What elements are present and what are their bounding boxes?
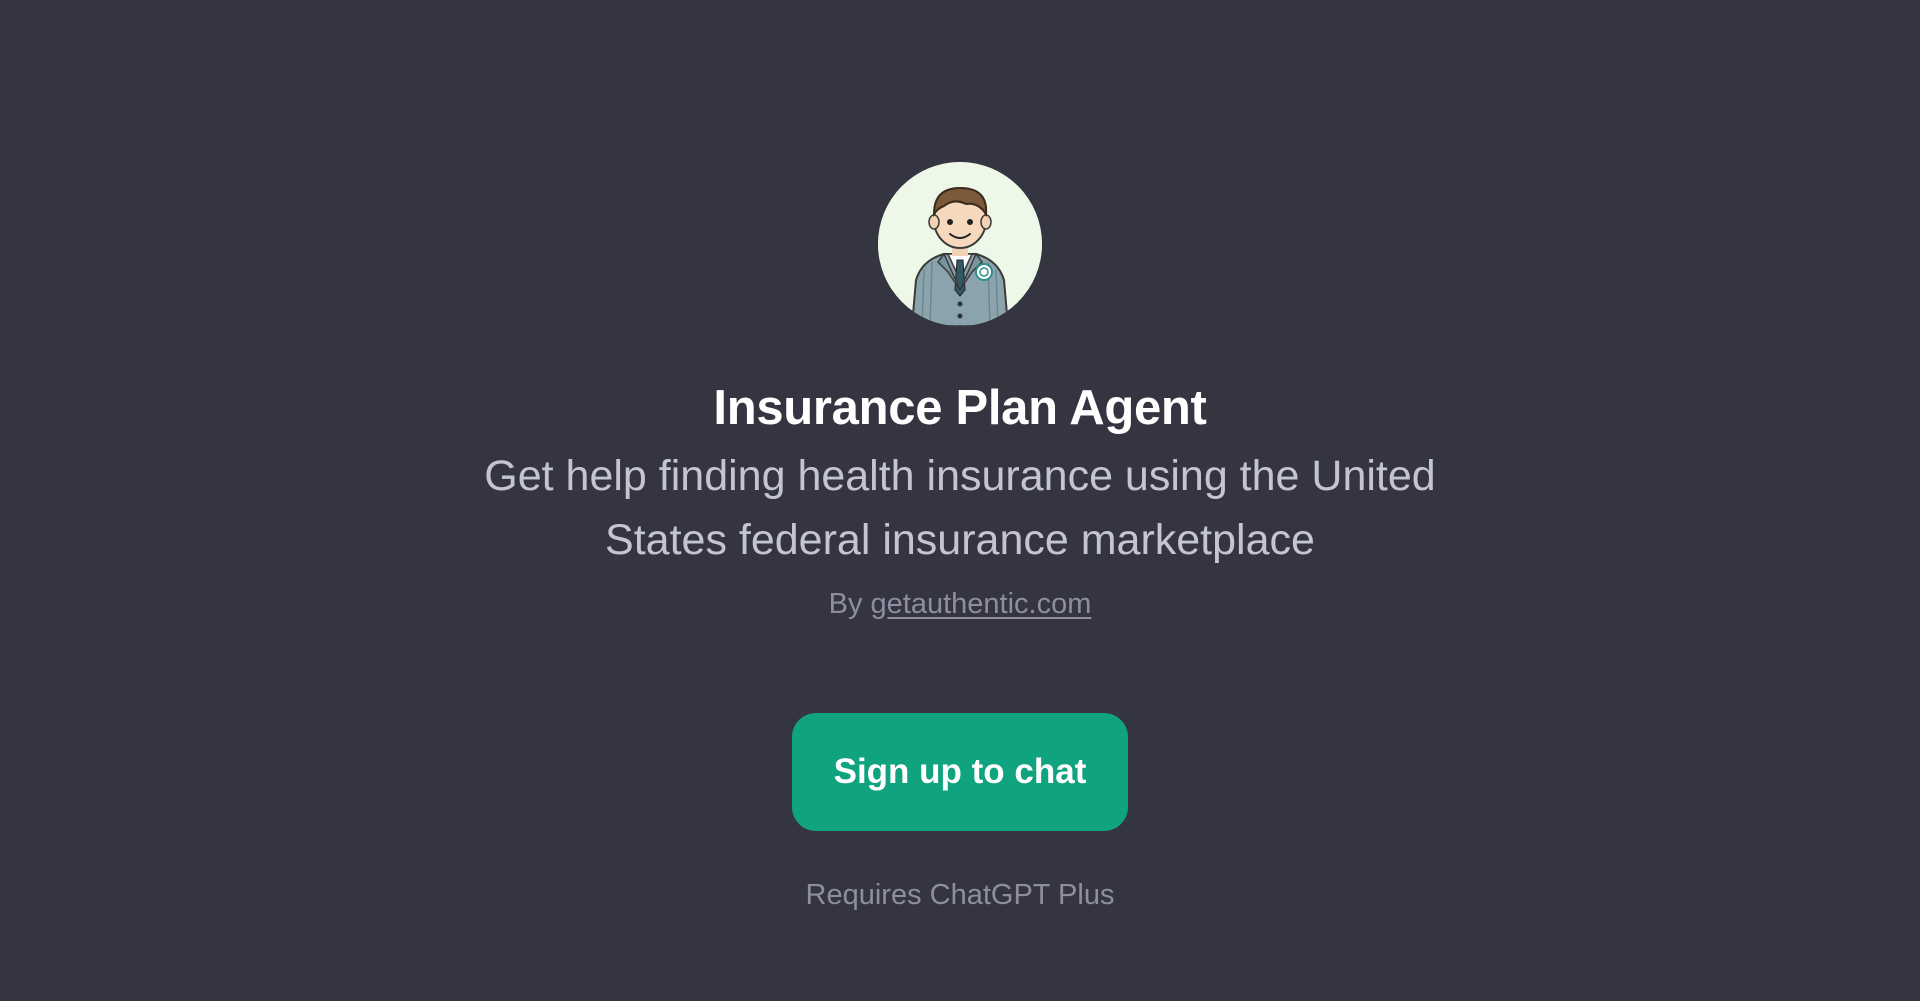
gpt-landing: Insurance Plan Agent Get help finding he… — [0, 0, 1920, 1001]
author-link[interactable]: getauthentic.com — [871, 588, 1092, 620]
insurance-agent-avatar-icon — [878, 162, 1042, 326]
author-byline: By getauthentic.com — [829, 584, 1092, 624]
sign-up-to-chat-button[interactable]: Sign up to chat — [792, 713, 1128, 831]
byline-prefix: By — [828, 588, 863, 620]
requirement-note: Requires ChatGPT Plus — [805, 879, 1115, 911]
gpt-title: Insurance Plan Agent — [713, 381, 1207, 435]
gpt-description: Get help finding health insurance using … — [484, 452, 1436, 564]
agent-illustration — [878, 162, 1042, 326]
